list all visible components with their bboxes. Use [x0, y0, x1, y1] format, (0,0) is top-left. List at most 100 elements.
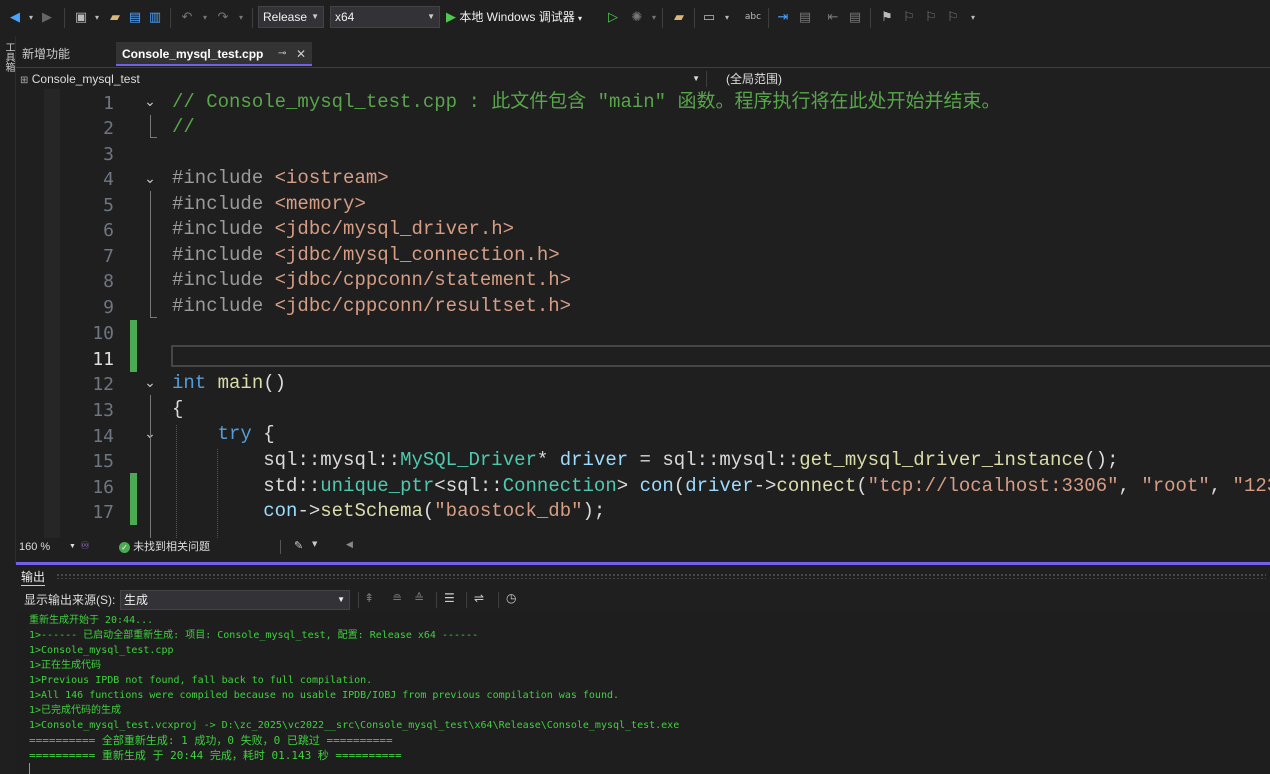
chevron-down-icon[interactable]: ▼	[312, 540, 317, 548]
prev-bookmark-icon[interactable]: ⚐	[900, 8, 918, 26]
toolbar-overflow-icon[interactable]: ▾	[964, 8, 982, 26]
output-line: 1>Console_mysql_test.vcxproj -> D:\zc_20…	[29, 720, 680, 731]
platform-value: x64	[335, 10, 355, 24]
text-cursor	[29, 763, 30, 774]
indent-icon[interactable]: ⇥	[774, 8, 792, 26]
collapse-icon[interactable]: ⌄	[142, 89, 158, 115]
line-number: 9	[103, 297, 114, 318]
scope-dropdown[interactable]: (全局范围)	[726, 70, 782, 88]
line-number: 6	[103, 220, 114, 241]
project-icon: ⊞	[20, 75, 29, 86]
output-line: 重新生成开始于 20:44...	[29, 615, 154, 626]
chevron-down-icon[interactable]: ▾	[232, 8, 250, 26]
save-all-icon[interactable]: ▥	[146, 8, 164, 26]
line-number: 16	[92, 477, 114, 498]
undo-icon[interactable]: ↶	[178, 8, 196, 26]
solution-explorer-icon[interactable]: ▰	[670, 8, 688, 26]
zoom-dropdown[interactable]: 160 % ▼	[19, 539, 76, 555]
code-line: std::unique_ptr<sql::Connection> con(dri…	[263, 475, 1270, 497]
cleanup-brush-icon[interactable]: ✎	[294, 539, 303, 552]
toolbar-divider	[498, 592, 499, 608]
toolbar-divider	[252, 8, 253, 28]
output-line: 1>All 146 functions were compiled becaus…	[29, 690, 620, 701]
code-editor[interactable]: 1 2 3 4 5 6 7 8 9 10 11 12 13 14 15 16 1…	[16, 89, 1270, 538]
outdent-icon[interactable]: ⇤	[824, 8, 842, 26]
redo-icon[interactable]: ↷	[214, 8, 232, 26]
change-marker	[130, 320, 137, 372]
toolbar-divider	[358, 592, 359, 608]
line-number: 11	[92, 349, 114, 370]
word-wrap-icon[interactable]: ⇌	[474, 591, 484, 605]
project-dropdown[interactable]: ⊞ Console_mysql_test ▼	[20, 70, 700, 88]
toolbox-tab[interactable]: 工具箱	[1, 42, 14, 72]
line-number: 7	[103, 246, 114, 267]
chevron-down-icon: ▼	[337, 595, 345, 604]
output-text-area[interactable]: 重新生成开始于 20:44... 1>------ 已启动全部重新生成: 项目:…	[16, 612, 1270, 774]
code-line: int main()	[172, 372, 287, 394]
line-number: 5	[103, 195, 114, 216]
navbar-divider	[706, 71, 707, 87]
collapse-icon[interactable]: ⌄	[142, 166, 158, 192]
line-number: 4	[103, 169, 114, 190]
line-number: 8	[103, 271, 114, 292]
copilot-icon[interactable]: ♾	[80, 539, 90, 552]
comment-icon[interactable]: ▤	[796, 8, 814, 26]
chevron-down-icon[interactable]: ▾	[645, 8, 663, 26]
hot-reload-icon[interactable]: ✺	[628, 8, 646, 26]
scroll-left-icon[interactable]: ◀	[346, 540, 353, 550]
next-message-icon[interactable]: ≙	[414, 591, 424, 605]
spell-check-icon[interactable]: abc	[744, 8, 762, 26]
clear-bookmarks-icon[interactable]: ⚐	[944, 8, 962, 26]
toolbar-divider	[694, 8, 695, 28]
toolbar-divider	[870, 8, 871, 28]
code-line: #include <memory>	[172, 193, 366, 215]
bookmark-icon[interactable]: ⚑	[878, 8, 896, 26]
editor-status-bar: 160 % ▼ ♾ ✓ 未找到相关问题 ✎ ▼ ◀	[16, 538, 1270, 556]
chevron-down-icon: ▼	[427, 12, 435, 21]
uncomment-icon[interactable]: ▤	[846, 8, 864, 26]
issues-indicator[interactable]: ✓ 未找到相关问题	[119, 539, 210, 555]
project-name: Console_mysql_test	[31, 72, 140, 86]
line-number: 14	[92, 426, 114, 447]
chevron-down-icon[interactable]: ▾	[196, 8, 214, 26]
code-line: #include <jdbc/cppconn/resultset.h>	[172, 295, 572, 317]
prev-message-icon[interactable]: ≘	[392, 591, 402, 605]
clock-icon[interactable]: ◷	[506, 591, 516, 605]
start-debugging-button[interactable]: ▶ 本地 Windows 调试器 ▾	[446, 6, 582, 28]
document-tab-bar: 新增功能 Console_mysql_test.cpp ⊸ ✕	[16, 40, 1270, 66]
editor-margin	[44, 89, 60, 538]
forward-icon[interactable]: ▶	[38, 8, 56, 26]
open-folder-icon[interactable]: ▰	[106, 8, 124, 26]
tab-console-mysql-test[interactable]: Console_mysql_test.cpp ⊸ ✕	[116, 42, 312, 66]
clear-all-icon[interactable]: ☰	[444, 591, 455, 605]
line-number: 17	[92, 502, 114, 523]
zoom-value: 160 %	[19, 541, 51, 553]
issues-label: 未找到相关问题	[133, 541, 211, 553]
find-message-icon[interactable]: ⇞	[364, 591, 374, 605]
output-toolbar: 显示输出来源(S): 生成 ▼ ⇞ ≘ ≙ ☰ ⇌ ◷	[16, 588, 1270, 612]
debugger-label: 本地 Windows 调试器	[459, 10, 575, 24]
chevron-down-icon: ▼	[311, 12, 319, 21]
pin-icon[interactable]: ⊸	[278, 42, 286, 66]
toolbar-divider	[170, 8, 171, 28]
code-line: // Console_mysql_test.cpp : 此文件包含 "main"…	[172, 91, 1001, 113]
line-number: 13	[92, 400, 114, 421]
line-number: 2	[103, 118, 114, 139]
output-line: ========== 重新生成 于 20:44 完成，耗时 01.143 秒 =…	[29, 749, 402, 762]
scope-value: (全局范围)	[726, 72, 782, 86]
chevron-down-icon[interactable]: ▾	[718, 8, 736, 26]
tab-whats-new[interactable]: 新增功能	[16, 42, 112, 66]
line-number: 3	[103, 144, 114, 165]
output-source-select[interactable]: 生成 ▼	[120, 590, 350, 610]
platform-select[interactable]: x64 ▼	[330, 6, 440, 28]
code-line: #include <jdbc/mysql_driver.h>	[172, 218, 515, 240]
start-without-debugging-icon[interactable]: ▷	[604, 8, 622, 26]
next-bookmark-icon[interactable]: ⚐	[922, 8, 940, 26]
close-icon[interactable]: ✕	[296, 42, 306, 66]
collapse-icon[interactable]: ⌄	[142, 370, 158, 396]
chevron-down-icon[interactable]: ▾	[88, 8, 106, 26]
window-layout-icon[interactable]: ▭	[700, 8, 718, 26]
save-icon[interactable]: ▤	[126, 8, 144, 26]
chevron-down-icon: ▾	[578, 14, 583, 23]
configuration-select[interactable]: Release ▼	[258, 6, 324, 28]
